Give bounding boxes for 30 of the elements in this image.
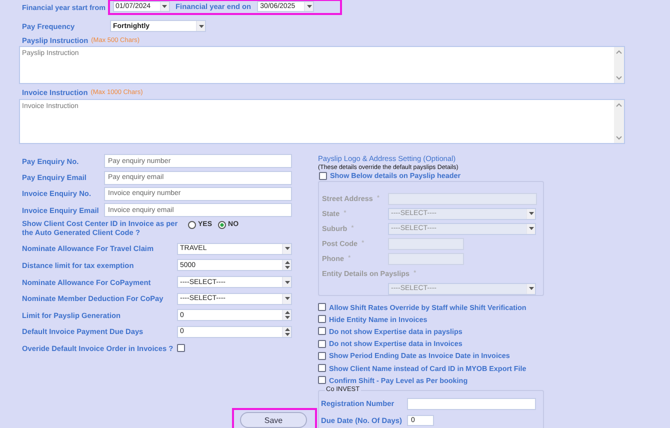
- caret-icon: [528, 287, 534, 290]
- radio-button[interactable]: [218, 220, 226, 229]
- input-field[interactable]: [407, 398, 536, 410]
- save-button[interactable]: Save: [240, 412, 307, 428]
- checkbox[interactable]: [318, 315, 326, 324]
- radio-button[interactable]: [188, 220, 196, 229]
- spinner-arrows-icon: [284, 328, 290, 336]
- spinner-arrows-icon: [284, 311, 290, 320]
- checkbox[interactable]: [318, 327, 326, 336]
- checkbox[interactable]: [318, 376, 326, 384]
- caret-icon: [198, 24, 204, 28]
- checkbox[interactable]: [318, 352, 326, 360]
- caret-icon: [528, 227, 534, 230]
- caret-icon: [528, 212, 534, 215]
- spinner-arrows-icon: [284, 261, 290, 270]
- chevron-up-icon: [616, 103, 622, 107]
- caret-icon: [284, 297, 290, 300]
- chevron-down-icon: [616, 136, 622, 140]
- caret-icon: [284, 280, 290, 284]
- chevron-up-icon: [616, 50, 622, 54]
- checkbox[interactable]: [318, 364, 326, 372]
- scrollbar[interactable]: [614, 100, 624, 143]
- caret-icon: [306, 5, 312, 8]
- checkbox[interactable]: [177, 344, 185, 352]
- checkbox[interactable]: [318, 340, 326, 348]
- caret-icon: [162, 5, 167, 8]
- chevron-down-icon: [616, 76, 622, 80]
- scrollbar[interactable]: [614, 47, 624, 83]
- checkbox[interactable]: [318, 303, 326, 312]
- caret-icon: [284, 247, 290, 250]
